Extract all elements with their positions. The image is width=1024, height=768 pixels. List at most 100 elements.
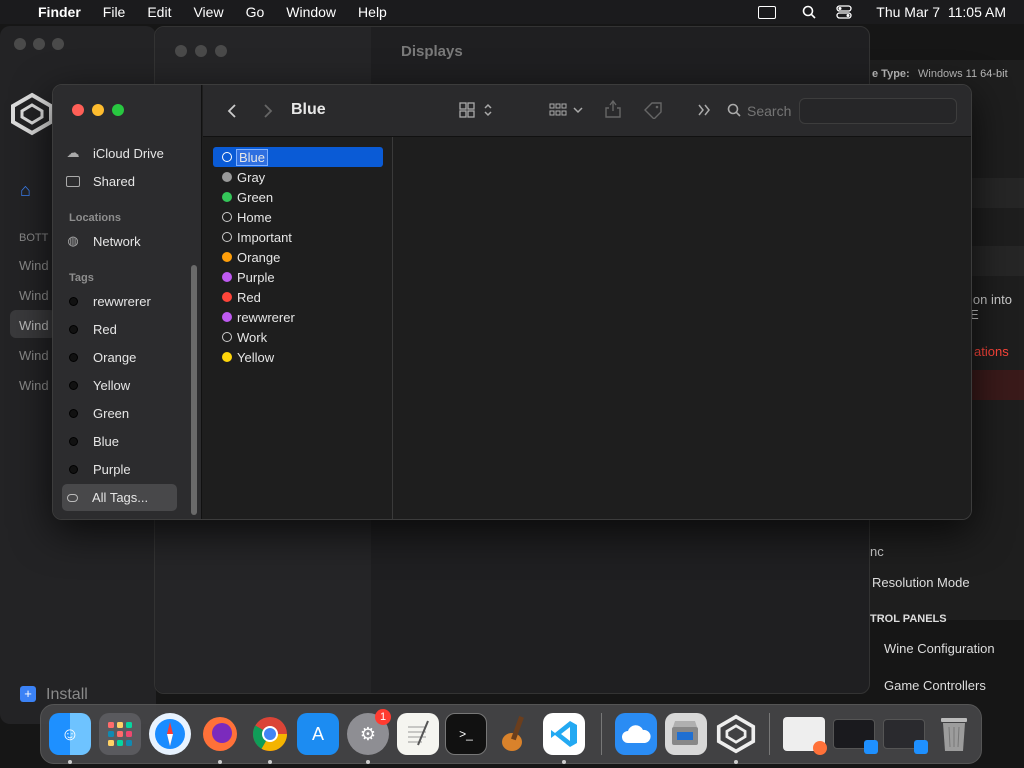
tag-list-column: Blue Gray Green Home Important Orange Purple Re… xyxy=(203,137,393,519)
tag-list-item[interactable]: Work xyxy=(213,327,383,347)
tag-list-item[interactable]: Yellow xyxy=(213,347,383,367)
displays-close-inactive[interactable] xyxy=(175,45,187,57)
resolution-mode-label[interactable]: Resolution Mode xyxy=(872,575,970,590)
crossover-dock-icon[interactable] xyxy=(715,713,757,755)
menu-window[interactable]: Window xyxy=(286,4,336,20)
window-close-inactive[interactable] xyxy=(14,38,26,50)
view-switcher-chevron-icon[interactable] xyxy=(483,102,493,118)
clock[interactable]: Thu Mar 7 11:05 AM xyxy=(876,4,1006,20)
trash-dock-icon[interactable] xyxy=(933,713,975,755)
tag-list-item[interactable]: Blue xyxy=(213,147,383,167)
type-value: Windows 11 64-bit xyxy=(918,68,1008,80)
crossover-logo-icon xyxy=(11,92,53,136)
tag-dot-icon xyxy=(222,312,232,322)
search-field-box[interactable] xyxy=(799,98,957,124)
sidebar-tag-yellow[interactable]: Yellow xyxy=(63,373,177,397)
zoom-button[interactable] xyxy=(112,104,124,116)
share-icon[interactable] xyxy=(605,99,621,119)
tag-list-item[interactable]: Gray xyxy=(213,167,383,187)
minimize-button[interactable] xyxy=(92,104,104,116)
chrome-dock-icon[interactable] xyxy=(249,713,291,755)
finder-dock-icon[interactable]: ☺ xyxy=(49,713,91,755)
left-item-2[interactable]: Wind xyxy=(19,288,49,303)
game-controllers-item[interactable]: Game Controllers xyxy=(884,678,986,693)
hollow-tag-dot-icon xyxy=(222,152,232,162)
dock-divider xyxy=(601,713,602,755)
search-icon[interactable] xyxy=(727,103,741,117)
sidebar-item-label: Network xyxy=(93,233,141,249)
sidebar-tag-blue[interactable]: Blue xyxy=(63,429,177,453)
menu-help[interactable]: Help xyxy=(358,4,387,20)
garageband-dock-icon[interactable] xyxy=(493,713,535,755)
displays-zoom-inactive[interactable] xyxy=(215,45,227,57)
toolbar-overflow-icon[interactable] xyxy=(697,104,711,116)
finder-window: ☁ iCloud Drive Shared Locations ◍ Networ… xyxy=(52,84,972,520)
sidebar-tag-rewwrerer[interactable]: rewwrerer xyxy=(63,289,177,313)
group-by-icon[interactable] xyxy=(549,103,567,117)
launchpad-dock-icon[interactable] xyxy=(99,713,141,755)
sidebar-item-shared[interactable]: Shared xyxy=(63,169,177,193)
sidebar-all-tags[interactable]: All Tags... xyxy=(62,484,177,511)
ations-link[interactable]: ations xyxy=(974,344,1009,359)
icon-view-grid-icon[interactable] xyxy=(459,102,475,118)
displays-minimize-inactive[interactable] xyxy=(195,45,207,57)
boot-camp-dock-icon[interactable] xyxy=(665,713,707,755)
window-minimize-inactive[interactable] xyxy=(33,38,45,50)
sidebar-item-label: Blue xyxy=(93,433,120,449)
menu-edit[interactable]: Edit xyxy=(147,4,171,20)
left-item-1[interactable]: Wind xyxy=(19,258,49,273)
icloud-dock-icon[interactable] xyxy=(615,713,657,755)
tag-list-item[interactable]: Home xyxy=(213,207,383,227)
sidebar-item-network[interactable]: ◍ Network xyxy=(63,229,177,253)
terminal-dock-icon[interactable]: >_ xyxy=(445,713,487,755)
forward-chevron-icon[interactable] xyxy=(263,103,273,119)
screen-mirroring-icon[interactable] xyxy=(758,5,777,19)
safari-dock-icon[interactable] xyxy=(149,713,191,755)
left-item-5[interactable]: Wind xyxy=(19,378,49,393)
sidebar-scrollbar[interactable] xyxy=(191,265,197,515)
minimized-window-2-icon[interactable] xyxy=(833,719,878,754)
sidebar-item-icloud-drive[interactable]: ☁ iCloud Drive xyxy=(63,141,177,165)
menu-file[interactable]: File xyxy=(103,4,126,20)
tag-list-item[interactable]: Purple xyxy=(213,267,383,287)
sidebar-tag-purple[interactable]: Purple xyxy=(63,457,177,481)
firefox-dock-icon[interactable] xyxy=(199,713,241,755)
tag-list-label: Blue xyxy=(235,148,269,166)
window-zoom-inactive[interactable] xyxy=(52,38,64,50)
menu-view[interactable]: View xyxy=(193,4,223,20)
install-button[interactable]: Install xyxy=(46,686,88,704)
spotlight-search-icon[interactable] xyxy=(802,5,816,19)
tag-icon[interactable] xyxy=(643,101,663,119)
nc-text: nc xyxy=(870,544,884,559)
left-item-3[interactable]: Wind xyxy=(19,318,49,333)
tag-list-label: Work xyxy=(237,329,268,345)
menu-finder[interactable]: Finder xyxy=(38,4,81,20)
tag-list-item[interactable]: Orange xyxy=(213,247,383,267)
tag-list-item[interactable]: Green xyxy=(213,187,383,207)
app-store-dock-icon[interactable]: A xyxy=(297,713,339,755)
textedit-dock-icon[interactable] xyxy=(397,713,439,755)
sidebar-tag-red[interactable]: Red xyxy=(63,317,177,341)
tag-dot-icon xyxy=(222,192,232,202)
tag-dot-icon xyxy=(68,296,78,306)
back-chevron-icon[interactable] xyxy=(227,103,237,119)
left-item-4[interactable]: Wind xyxy=(19,348,49,363)
wine-configuration-item[interactable]: Wine Configuration xyxy=(884,641,995,656)
tag-dot-icon xyxy=(68,464,78,474)
vscode-dock-icon[interactable] xyxy=(543,713,585,755)
minimized-window-1-icon[interactable] xyxy=(783,717,827,755)
group-by-chevron-icon[interactable] xyxy=(573,106,583,114)
tag-list-item[interactable]: rewwrerer xyxy=(213,307,383,327)
install-plus-icon[interactable]: + xyxy=(20,686,36,702)
sidebar-tag-green[interactable]: Green xyxy=(63,401,177,425)
sidebar-tag-orange[interactable]: Orange xyxy=(63,345,177,369)
minimized-window-3-icon[interactable] xyxy=(883,719,928,754)
home-icon[interactable]: ⌂ xyxy=(20,180,31,201)
firefox-badge-icon xyxy=(813,741,827,755)
tag-list-item[interactable]: Red xyxy=(213,287,383,307)
close-button[interactable] xyxy=(72,104,84,116)
tag-list-item[interactable]: Important xyxy=(213,227,383,247)
menu-go[interactable]: Go xyxy=(246,4,265,20)
control-center-icon[interactable] xyxy=(836,5,852,19)
tag-dot-icon xyxy=(222,352,232,362)
